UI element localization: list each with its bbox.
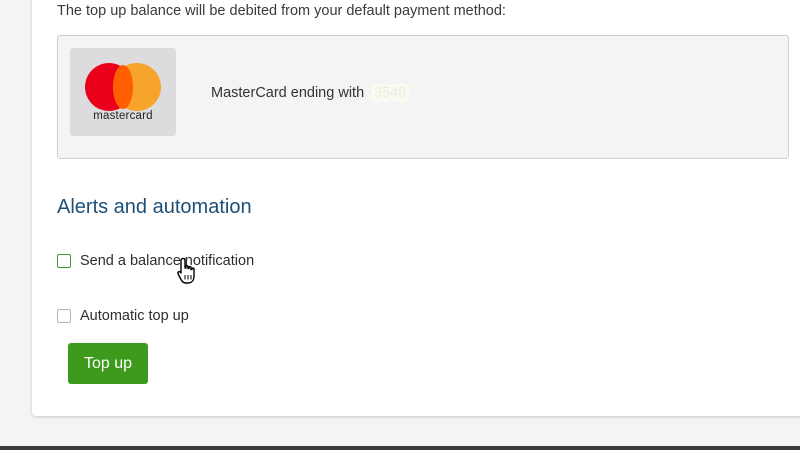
payment-method-card: mastercard MasterCard ending with 3548 [57, 35, 789, 159]
balance-notification-checkbox[interactable] [57, 254, 71, 268]
card-label-text: MasterCard ending with [211, 85, 365, 101]
mastercard-logo: mastercard [70, 48, 176, 136]
automatic-topup-option[interactable]: Automatic top up [57, 308, 189, 324]
automatic-topup-checkbox[interactable] [57, 309, 71, 323]
alerts-section-title: Alerts and automation [57, 196, 252, 218]
balance-notification-option[interactable]: Send a balance notification [57, 253, 254, 269]
top-up-button[interactable]: Top up [68, 343, 148, 384]
card-description: MasterCard ending with 3548 [211, 84, 410, 102]
automatic-topup-label[interactable]: Automatic top up [80, 308, 189, 324]
debit-notice: The top up balance will be debited from … [57, 3, 506, 19]
card-last-digits: 3548 [371, 84, 410, 102]
hand-pointer-icon [177, 257, 195, 284]
window-bottom-edge [0, 446, 800, 450]
balance-notification-label[interactable]: Send a balance notification [80, 253, 254, 269]
mastercard-wordmark: mastercard [93, 110, 153, 122]
